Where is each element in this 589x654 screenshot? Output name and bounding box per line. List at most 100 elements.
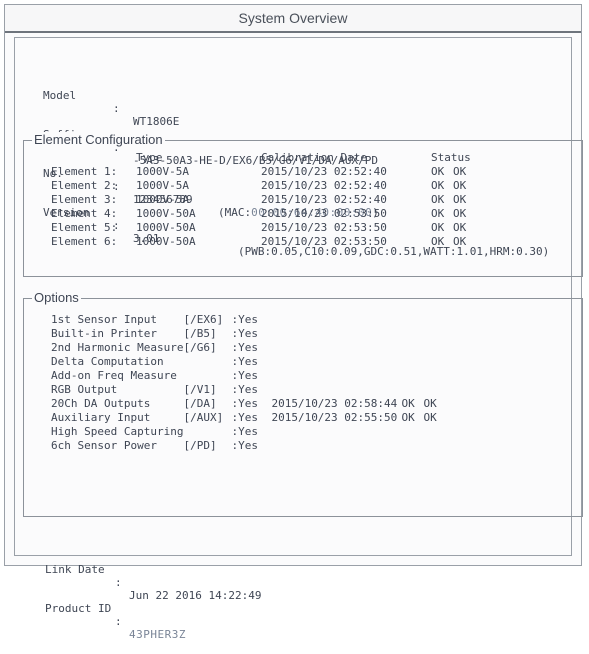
element-type: 1000V-50A [136,221,196,234]
element-type: 1000V-50A [136,235,196,248]
option-status-1 [401,425,423,439]
calibration-date: 2015/10/23 02:53:50 [261,207,387,220]
link-date-value: Jun 22 2016 14:22:49 [129,589,262,602]
option-code: [/G6] [183,341,217,354]
list-item: 1st Sensor Input [/EX6] :Yes [51,313,437,327]
element-configuration-title: Element Configuration [32,132,165,148]
calibration-date: 2015/10/23 02:53:50 [261,235,387,248]
option-code [183,369,231,383]
element-name: Element 1: [51,165,118,178]
element-type: 1000V-50A [136,207,196,220]
option-name: High Speed Capturing [51,425,184,438]
option-code: [/EX6] [183,313,224,326]
table-row: Element 5: 1000V-50A 2015/10/23 02:53:50… [51,221,471,235]
list-item: 2nd Harmonic Measure [/G6] :Yes [51,341,437,355]
model-row: Model : WT1806E [43,76,179,128]
table-row: Element 2: 1000V-5A 2015/10/23 02:52:40 … [51,179,471,193]
model-colon: : [113,102,120,115]
option-value: :Yes [231,369,258,382]
table-row: Element 4: 1000V-50A 2015/10/23 02:53:50… [51,207,471,221]
type-header: Type [136,151,163,164]
table-row: Element 6: 1000V-50A 2015/10/23 02:53:50… [51,235,471,249]
option-status-2 [423,313,436,327]
options-group: Options 1st Sensor Input [/EX6] :Yes Bui… [23,290,583,517]
element-name: Element 5: [51,221,118,234]
calibration-header: Calibration Date [261,151,367,164]
overview-panel: Model : WT1806E Suffix : -5A3-50A3-HE-D/… [14,37,583,641]
list-item: High Speed Capturing :Yes [51,425,437,439]
option-value: :Yes [231,313,258,326]
option-status-1 [401,327,423,341]
option-code [183,425,231,439]
option-status-1 [401,383,423,397]
status-2: OK [453,193,467,206]
status-1: OK [431,235,445,248]
list-item: Auxiliary Input [/AUX] :Yes 2015/10/23 0… [51,411,437,425]
list-item: 20Ch DA Outputs [/DA] :Yes 2015/10/23 02… [51,397,437,411]
option-name: 1st Sensor Input [51,313,157,326]
option-status-1 [401,439,423,453]
status-header: Status [431,151,471,164]
element-table: Type Calibration Date Status Element 1: … [51,151,471,249]
option-status-2: OK [423,397,437,410]
option-status-2 [423,369,436,383]
option-status-2 [423,383,436,397]
element-configuration-group: Element Configuration Type Calibration D… [23,132,583,277]
option-date [271,383,401,397]
option-name: 6ch Sensor Power [51,439,157,452]
link-info: Link Date : Jun 22 2016 14:22:49 Product… [45,524,261,641]
status-2: OK [453,179,467,192]
element-table-header: Type Calibration Date Status [51,151,471,165]
option-value: :Yes [231,383,258,396]
product-id-label: Product ID [45,602,112,615]
list-item: 6ch Sensor Power [/PD] :Yes [51,439,437,453]
list-item: Delta Computation :Yes [51,355,437,369]
options-title: Options [32,290,81,306]
list-item: Built-in Printer [/B5] :Yes [51,327,437,341]
status-1: OK [431,179,445,192]
model-value: WT1806E [133,115,180,128]
option-status-1 [401,313,423,327]
element-name: Element 2: [51,179,118,192]
option-status-2 [423,439,436,453]
option-code: [/AUX] [183,411,224,424]
option-value: :Yes [231,411,258,424]
option-name: 20Ch DA Outputs [51,397,151,410]
model-label: Model [43,89,77,102]
option-value: :Yes [231,397,258,410]
table-row: Element 3: 1000V-5A 2015/10/23 02:52:40 … [51,193,471,207]
element-name: Element 3: [51,193,118,206]
option-date [271,327,401,341]
link-date-row: Link Date : Jun 22 2016 14:22:49 [45,550,261,602]
link-date-label: Link Date [45,563,105,576]
link-date-colon: : [115,576,122,589]
product-id-value: 43PHER3Z [129,628,186,641]
window-titlebar: System Overview [5,5,581,33]
element-type: 1000V-5A [136,179,189,192]
product-id-row: Product ID : 43PHER3Z [45,589,185,641]
suffix-row: Suffix : -5A3-50A3-HE-D/EX6/B5/G6/V1/DA/… [43,115,378,167]
status-1: OK [431,207,445,220]
status-2: OK [453,235,467,248]
options-table: 1st Sensor Input [/EX6] :Yes Built-in Pr… [51,313,437,453]
status-2: OK [453,165,467,178]
option-status-2 [423,341,436,355]
window-title: System Overview [238,10,348,26]
option-status-2 [423,425,436,439]
option-code: [/V1] [183,383,217,396]
option-status-2: OK [423,411,437,424]
option-name: Built-in Printer [51,327,157,340]
option-status-2 [423,327,436,341]
option-date [271,355,401,369]
option-status-1 [401,341,423,355]
list-item: RGB Output [/V1] :Yes [51,383,437,397]
option-date [271,341,401,355]
option-code: [/B5] [183,327,217,340]
option-date [271,369,401,383]
option-status-1 [401,369,423,383]
option-value: :Yes [231,439,258,452]
option-code: [/PD] [183,439,217,452]
calibration-date: 2015/10/23 02:52:40 [261,165,387,178]
option-value: :Yes [231,425,258,438]
element-name: Element 6: [51,235,118,248]
